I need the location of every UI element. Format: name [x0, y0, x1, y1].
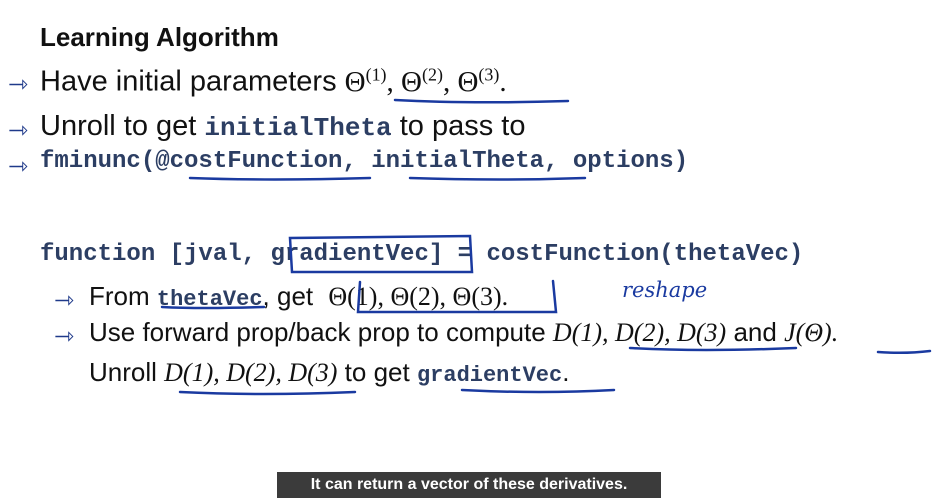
line1-text: Have initial parameters: [40, 65, 337, 98]
code-initialTheta: initialTheta: [204, 113, 392, 143]
handwritten-reshape: reshape: [622, 278, 708, 302]
line-forward-back-prop: Use forward prop/back prop to compute D(…: [89, 317, 839, 347]
arrow-right-icon: ⇾: [8, 71, 29, 98]
code-fminunc: fminunc(@costFunction, initialTheta, opt…: [40, 148, 689, 175]
theta-params: Θ(1), Θ(2), Θ(3).: [344, 64, 507, 98]
arrow-right-icon: ⇾: [8, 153, 29, 180]
line-from-thetavec: From thetaVec, get Θ(1), Θ(2), Θ(3).: [89, 281, 509, 312]
line-unroll: Unroll to get initialTheta to pass to: [40, 110, 526, 143]
arrow-right-icon: ⇾: [54, 323, 75, 350]
arrow-right-icon: ⇾: [8, 117, 29, 144]
code-function-signature: function [jval, gradientVec] = costFunct…: [40, 241, 804, 268]
line-unroll-d: Unroll D(1), D(2), D(3) to get gradientV…: [89, 357, 570, 388]
slide-title: Learning Algorithm: [40, 22, 279, 52]
arrow-right-icon: ⇾: [54, 287, 75, 314]
video-caption: It can return a vector of these derivati…: [277, 472, 661, 498]
line-initial-params: Have initial parameters Θ(1), Θ(2), Θ(3)…: [40, 64, 507, 99]
